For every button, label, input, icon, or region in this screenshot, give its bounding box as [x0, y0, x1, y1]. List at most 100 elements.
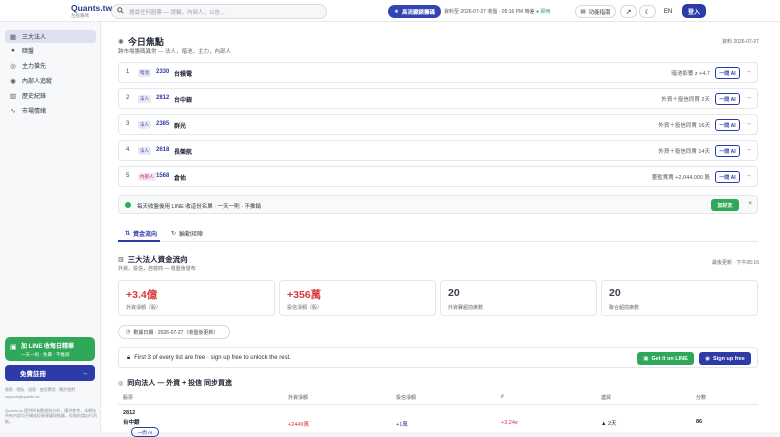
signal-desc: 外資＋投信同賣 14天	[658, 149, 710, 155]
footer-email[interactable]: support@quants.tw	[5, 394, 97, 399]
login-button[interactable]: 登入	[682, 4, 706, 18]
dot-icon: ●	[11, 47, 15, 54]
guide-button[interactable]: ▤ 功能指南	[575, 5, 616, 18]
get-line-button[interactable]: ▣ Get it on LINE	[637, 352, 694, 365]
signup-button[interactable]: ◉ Sign up free	[699, 352, 751, 365]
arrow-right-icon[interactable]: →	[745, 94, 752, 101]
refresh-icon: ↻	[171, 231, 177, 237]
stock-code[interactable]: 1568	[156, 173, 169, 179]
bar-chart-icon: ▥	[9, 92, 17, 100]
line-icon: ▣	[643, 355, 649, 362]
ask-ai-button[interactable]: 一問 AI	[715, 67, 740, 79]
rank: 3	[126, 121, 130, 127]
book-icon: ▤	[580, 8, 586, 15]
column-header[interactable]: 連買	[601, 394, 611, 401]
stat-card: +3.4億 外資淨額（股）	[118, 280, 275, 316]
header-divider	[118, 404, 758, 405]
target-icon: ◎	[118, 380, 124, 387]
focus-row[interactable]: 1 暗池 2330 台積電 暗池影響 z +4.7 一問 AI →	[118, 62, 758, 83]
target-icon: ◎	[10, 62, 16, 70]
stock-name[interactable]: 台中銀	[174, 95, 192, 104]
stock-name[interactable]: 台中銀	[123, 418, 140, 426]
pulse-icon: ∿	[10, 107, 16, 115]
sidebar-item-dark-pool[interactable]: ● 暗盤	[5, 44, 96, 57]
flow-icon: ⇅	[125, 231, 131, 237]
sidebar-item-label: 三大法人	[22, 35, 47, 41]
column-header[interactable]: 外資淨額	[288, 394, 308, 401]
signup-label: Sign up free	[713, 355, 745, 362]
category-tag: 法人	[138, 95, 151, 103]
sync-title: ◎ 同向法人 — 外資 + 投信 同步買進	[118, 378, 232, 388]
category-tag: 內部人	[138, 173, 156, 181]
stock-name[interactable]: 台積電	[174, 69, 192, 78]
column-header[interactable]: #	[501, 394, 504, 400]
search-input[interactable]: 搜尋任何股票 — 請鍵，內部人，公告...	[111, 4, 327, 19]
data-date-pill: ◷ 數據日期 · 2026-07-27（收盤後更新）	[118, 325, 230, 339]
grid-icon: ▦	[9, 33, 17, 41]
add-friend-button[interactable]: 加好友	[711, 199, 739, 211]
ask-ai-button[interactable]: 一問 AI	[715, 119, 740, 131]
upgrade-label: 高流顯錶籌碼	[401, 9, 435, 16]
stock-code[interactable]: 2618	[156, 147, 169, 153]
tab-rotation-matrix[interactable]: ↻ 輪動矩陣	[171, 229, 203, 238]
tab-bar: ⇅ 資金流向 ↻ 輪動矩陣	[118, 225, 758, 242]
focus-row[interactable]: 2 法人 2812 台中銀 外資＋投信同買 2天 一問 AI →	[118, 88, 758, 109]
clock-icon: ◷	[126, 329, 131, 335]
focus-row[interactable]: 3 法人 2385 群光 外資＋投信同賣 16天 一問 AI →	[118, 114, 758, 135]
focus-row[interactable]: 4 法人 2618 長榮航 外資＋投信同賣 14天 一問 AI →	[118, 140, 758, 161]
line-cta-title: 加 LINE 收每日精華	[21, 344, 75, 350]
sidebar-item-sentiment[interactable]: ∿ 市場情緒	[5, 104, 96, 117]
sidebar-item-institutional[interactable]: ▦ 三大法人	[5, 30, 96, 43]
focus-subtitle: 跨市場籌碼異常 — 法人，暗池，主力，內部人	[118, 49, 232, 55]
language-button[interactable]: EN	[658, 5, 678, 18]
line-icon: ▣	[10, 344, 17, 351]
logo[interactable]: Quants.tw 台股籌碼	[71, 4, 112, 18]
sun-icon: ✺	[118, 38, 124, 46]
status-text: 資料至 2026-07-27 收盤 · 05:16 PM 時差	[444, 9, 535, 15]
stat-card: 20 外資賽超前席數	[440, 280, 597, 316]
ask-ai-button[interactable]: 一問 AI	[131, 427, 159, 437]
column-header[interactable]: 投信淨額	[396, 394, 416, 401]
stock-name[interactable]: 長榮航	[174, 147, 192, 156]
sidebar-item-label: 主力搶先	[22, 64, 47, 70]
theme-toggle-button[interactable]: ☾	[639, 5, 656, 18]
stock-name[interactable]: 倉佑	[174, 173, 186, 182]
tab-fund-flow[interactable]: ⇅ 資金流向	[125, 229, 157, 238]
close-icon[interactable]: ×	[748, 201, 752, 207]
active-tab-indicator	[118, 240, 160, 242]
ask-ai-button[interactable]: 一問 AI	[715, 93, 740, 105]
stat-value: 20	[609, 287, 621, 299]
sidebar-item-insider[interactable]: ◉ 內部人追蹤	[5, 74, 96, 87]
arrow-right-icon[interactable]: →	[745, 146, 752, 153]
ask-ai-button[interactable]: 一問 AI	[715, 145, 740, 157]
building-icon: ▥	[118, 257, 124, 263]
trend-button[interactable]: ↗	[620, 5, 637, 18]
upgrade-button[interactable]: ★ 高流顯錶籌碼	[388, 5, 441, 18]
arrow-right-icon[interactable]: →	[745, 68, 752, 75]
stock-code[interactable]: 2385	[156, 121, 169, 127]
arrow-right-icon[interactable]: →	[745, 172, 752, 179]
flow-title-text: 三大法人資金流向	[127, 255, 188, 264]
footer-links[interactable]: 條款 · 隱私 · 退款 · 使用費用 · 關於我們	[5, 387, 97, 392]
focus-row[interactable]: 5 內部人 1568 倉佑 董監賣賣 +2,044,000 股 一問 AI →	[118, 166, 758, 187]
ask-ai-button[interactable]: 一問 AI	[715, 171, 740, 183]
column-header[interactable]: 股票	[123, 394, 133, 401]
guide-label: 功能指南	[588, 9, 611, 16]
rank: 4	[126, 147, 130, 153]
column-header[interactable]: 分數	[696, 394, 706, 401]
line-cta-button[interactable]: ▣ 加 LINE 收每日精華 一天一則 · 免費 · 不推銷	[5, 337, 95, 361]
sidebar-item-label: 市場情緒	[22, 109, 47, 115]
stock-code[interactable]: 2812	[156, 95, 169, 101]
stock-code[interactable]: 2812	[123, 410, 135, 416]
user-icon: ◉	[705, 355, 711, 362]
arrow-right-icon[interactable]: →	[745, 120, 752, 127]
stock-name[interactable]: 群光	[174, 121, 186, 130]
sidebar-item-history[interactable]: ▥ 歷史紀錄	[5, 89, 96, 102]
sync-title-text: 同向法人 — 外資 + 投信 同步買進	[127, 380, 233, 387]
sidebar-item-label: 內部人追蹤	[22, 79, 53, 85]
eye-icon: ◉	[10, 77, 16, 85]
sidebar-item-main-force[interactable]: ◎ 主力搶先	[5, 59, 96, 72]
register-button[interactable]: 免費註冊 →	[5, 365, 95, 381]
stat-label: 聯合超前席數	[609, 305, 640, 311]
stock-code[interactable]: 2330	[156, 69, 169, 75]
